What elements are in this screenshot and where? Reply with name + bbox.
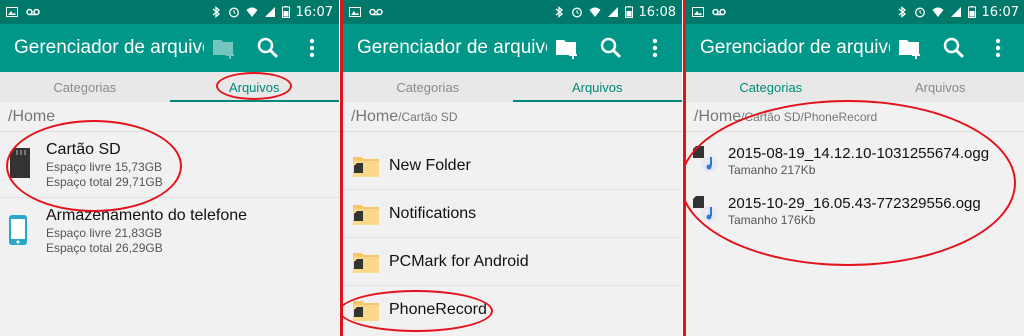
folder-item[interactable]: PhoneRecord [343, 286, 682, 334]
wifi-icon [589, 7, 601, 17]
app-title: Gerenciador de arquivos [14, 37, 204, 58]
battery-icon [624, 6, 633, 18]
alarm-icon [228, 7, 239, 18]
search-icon[interactable] [255, 35, 281, 61]
alarm-icon [914, 7, 925, 18]
new-folder-icon[interactable] [897, 35, 923, 61]
breadcrumb-root[interactable]: /Home [8, 108, 55, 126]
voicemail-icon [712, 8, 726, 16]
folder-name: Notifications [389, 204, 477, 222]
tab-arquivos[interactable]: Arquivos [512, 72, 683, 102]
storage-total: Espaço total 26,29GB [46, 241, 163, 255]
app-title: Gerenciador de arquivos [357, 37, 547, 58]
folder-item[interactable]: New Folder [343, 142, 682, 190]
folder-name: PCMark for Android [389, 252, 529, 270]
storage-total: Espaço total 29,71GB [46, 175, 163, 189]
storage-free: Espaço livre 15,73GB [46, 160, 163, 174]
tab-arquivos[interactable]: Arquivos [856, 72, 1024, 102]
overflow-menu-icon[interactable] [299, 35, 325, 61]
folder-name: PhoneRecord [389, 301, 487, 318]
signal-icon [264, 7, 275, 17]
image-notification-icon [692, 7, 704, 17]
new-folder-icon[interactable] [211, 35, 237, 61]
voicemail-icon [26, 8, 40, 16]
storage-item-sd-card[interactable]: Cartão SD Espaço livre 15,73GB Espaço to… [0, 132, 339, 198]
bluetooth-icon [555, 6, 563, 18]
tab-arquivos[interactable]: Arquivos [169, 72, 340, 102]
clock: 16:07 [981, 4, 1019, 20]
image-notification-icon [6, 7, 18, 17]
search-icon[interactable] [941, 35, 967, 61]
breadcrumb-current[interactable]: /Cartão SD/PhoneRecord [741, 110, 877, 124]
clock: 16:07 [295, 4, 333, 20]
screen-file-list: 16:07 Gerenciador de arquivos Categorias… [686, 0, 1024, 336]
sd-folder-icon [353, 204, 379, 225]
new-folder-icon[interactable] [554, 35, 580, 61]
file-size: Tamanho 176Kb [728, 213, 816, 227]
sd-folder-icon [353, 156, 379, 177]
alarm-icon [571, 7, 582, 18]
breadcrumb: /Home/Cartão SD [343, 102, 682, 132]
breadcrumb-root[interactable]: /Home [694, 108, 741, 126]
storage-item-phone[interactable]: Armazenamento do telefone Espaço livre 2… [0, 198, 339, 264]
clock: 16:08 [638, 4, 676, 20]
sd-folder-icon [353, 252, 379, 273]
signal-icon [950, 7, 961, 17]
status-bar: 16:08 [343, 0, 682, 24]
storage-name: Armazenamento do telefone [46, 207, 248, 224]
screen-folder-list: 16:08 Gerenciador de arquivos Categorias… [343, 0, 682, 336]
phone-icon [9, 215, 27, 245]
file-size: Tamanho 217Kb [728, 163, 816, 177]
folder-item[interactable]: Notifications [343, 190, 682, 238]
storage-name: Cartão SD [46, 141, 121, 158]
tab-bar: Categorias Arquivos [686, 72, 1024, 102]
status-bar: 16:07 [0, 0, 339, 24]
app-bar: Gerenciador de arquivos [0, 24, 339, 72]
battery-icon [967, 6, 976, 18]
folder-name: New Folder [389, 156, 471, 174]
tab-bar: Categorias Arquivos [0, 72, 339, 102]
voicemail-icon [369, 8, 383, 16]
bluetooth-icon [898, 6, 906, 18]
overflow-menu-icon[interactable] [642, 35, 668, 61]
search-icon[interactable] [598, 35, 624, 61]
wifi-icon [246, 7, 258, 17]
tab-categorias[interactable]: Categorias [343, 72, 513, 102]
file-item[interactable]: 2015-10-29_16.05.43-772329556.ogg Tamanh… [686, 188, 1024, 238]
file-item[interactable]: 2015-08-19_14.12.10-1031255674.ogg Taman… [686, 138, 1024, 188]
tab-categorias[interactable]: Categorias [0, 72, 170, 102]
battery-icon [281, 6, 290, 18]
tab-categorias[interactable]: Categorias [686, 72, 856, 102]
breadcrumb-root[interactable]: /Home [351, 108, 398, 126]
breadcrumb-current[interactable]: /Cartão SD [398, 110, 457, 124]
screen-storage-list: 16:07 Gerenciador de arquivos Categorias… [0, 0, 339, 336]
folder-item[interactable]: PCMark for Android [343, 238, 682, 286]
breadcrumb: /Home [0, 102, 339, 132]
status-bar: 16:07 [686, 0, 1024, 24]
audio-file-icon [693, 196, 717, 222]
image-notification-icon [349, 7, 361, 17]
sd-folder-icon [353, 301, 379, 321]
tab-bar: Categorias Arquivos [343, 72, 682, 102]
file-name: 2015-08-19_14.12.10-1031255674.ogg [728, 145, 990, 162]
bluetooth-icon [212, 6, 220, 18]
wifi-icon [932, 7, 944, 17]
app-bar: Gerenciador de arquivos [686, 24, 1024, 72]
storage-free: Espaço livre 21,83GB [46, 226, 163, 240]
breadcrumb: /Home/Cartão SD/PhoneRecord [686, 102, 1024, 132]
app-bar: Gerenciador de arquivos [343, 24, 682, 72]
overflow-menu-icon[interactable] [985, 35, 1011, 61]
sd-card-icon [10, 148, 30, 178]
app-title: Gerenciador de arquivos [700, 37, 890, 58]
signal-icon [607, 7, 618, 17]
audio-file-icon [693, 146, 717, 172]
file-name: 2015-10-29_16.05.43-772329556.ogg [728, 195, 981, 212]
